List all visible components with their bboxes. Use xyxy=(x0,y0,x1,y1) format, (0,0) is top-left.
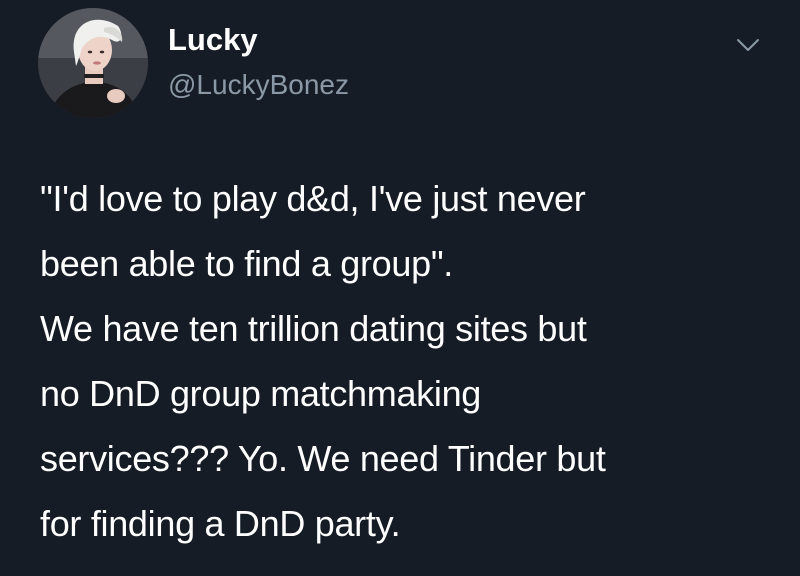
chevron-down-icon[interactable] xyxy=(735,36,761,54)
author-avatar[interactable] xyxy=(38,8,148,118)
tweet-line: been able to find a group". xyxy=(40,243,454,284)
tweet-line: "I'd love to play d&d, I've just never xyxy=(40,178,586,219)
tweet-card: Lucky @LuckyBonez "I'd love to play d&d,… xyxy=(0,0,800,576)
tweet-line: for finding a DnD party. xyxy=(40,503,401,544)
author-handle[interactable]: @LuckyBonez xyxy=(168,68,349,102)
tweet-line: services??? Yo. We need Tinder but xyxy=(40,438,606,479)
avatar-image xyxy=(38,8,148,118)
tweet-line: no DnD group matchmaking xyxy=(40,373,482,414)
tweet-text: "I'd love to play d&d, I've just never b… xyxy=(40,166,780,556)
tweet-line: We have ten trillion dating sites but xyxy=(40,308,587,349)
author-display-name[interactable]: Lucky xyxy=(168,22,258,58)
